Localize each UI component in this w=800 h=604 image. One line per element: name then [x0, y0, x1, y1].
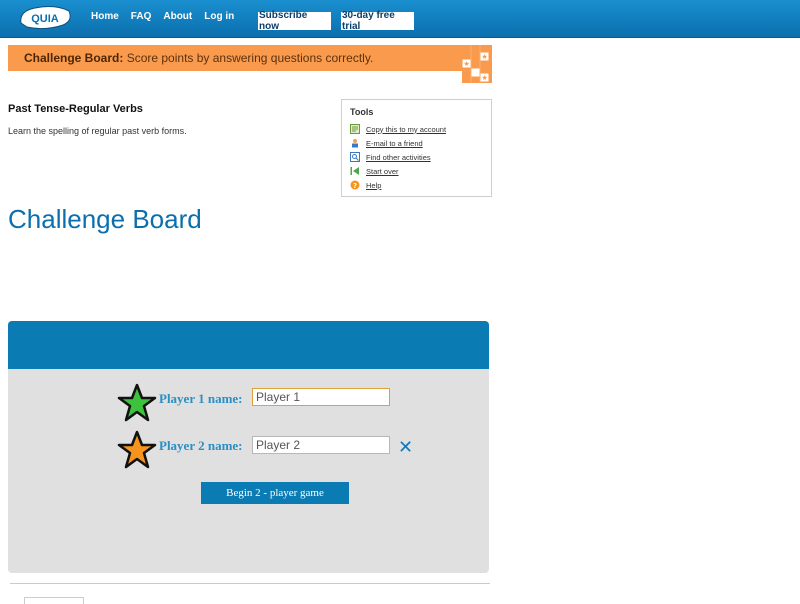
nav-home-link[interactable]: Home [91, 11, 119, 22]
player2-name-input[interactable] [252, 436, 390, 454]
tool-find-activities[interactable]: Find other activities [350, 151, 431, 163]
board-grid-icon: ★ ★ ★ [462, 45, 492, 83]
banner-description: Score points by answering questions corr… [126, 51, 374, 65]
top-nav: Home FAQ About Log in [91, 11, 246, 22]
game-setup-panel: Player 1 name: Player 2 name: ✕ Begin 2 … [8, 321, 489, 573]
player2-star-icon [117, 430, 157, 469]
tool-copy-label: Copy this to my account [366, 124, 447, 134]
svg-text:?: ? [353, 182, 357, 190]
tool-help[interactable]: ? Help [350, 179, 381, 191]
page-title: Challenge Board [8, 204, 202, 234]
free-trial-button[interactable]: 30-day free trial [341, 10, 414, 32]
activity-title: Past Tense-Regular Verbs [8, 103, 143, 115]
tool-email-friend[interactable]: E-mail to a friend [350, 137, 423, 149]
copy-icon [350, 124, 360, 134]
svg-text:QUIA: QUIA [31, 13, 59, 25]
banner-text: Challenge Board: Score points by answeri… [24, 51, 373, 65]
svg-text:★: ★ [482, 53, 488, 61]
activity-description: Learn the spelling of regular past verb … [8, 126, 187, 136]
tool-find-label: Find other activities [366, 152, 431, 162]
nav-faq-link[interactable]: FAQ [131, 11, 152, 22]
tool-start-over-label: Start over [366, 166, 399, 176]
player1-star-icon [117, 383, 157, 422]
begin-game-button[interactable]: Begin 2 - player game [201, 482, 349, 504]
tool-help-label: Help [366, 180, 382, 190]
svg-text:★: ★ [482, 74, 488, 82]
tool-copy-to-account[interactable]: Copy this to my account [350, 123, 446, 135]
help-icon: ? [350, 180, 360, 190]
find-icon [350, 152, 360, 162]
panel-header [8, 321, 489, 369]
player1-label: Player 1 name: [159, 391, 243, 406]
player1-name-input[interactable] [252, 388, 390, 406]
subscribe-button[interactable]: Subscribe now [258, 10, 331, 32]
tool-email-label: E-mail to a friend [366, 138, 423, 148]
start-over-icon [350, 167, 359, 175]
player2-label: Player 2 name: [159, 438, 243, 453]
quia-logo[interactable]: QUIA [15, 3, 75, 31]
remove-player-icon[interactable]: ✕ [398, 437, 413, 458]
tools-panel: Tools Copy this to my account E-mail to … [341, 99, 492, 197]
footer-divider [10, 583, 490, 584]
top-header-bar: QUIA Home FAQ About Log in Subscribe now… [0, 0, 800, 38]
nav-about-link[interactable]: About [163, 11, 192, 22]
footer-box [24, 597, 84, 604]
email-icon [352, 139, 358, 148]
nav-login-link[interactable]: Log in [204, 11, 234, 22]
tools-title: Tools [350, 107, 374, 117]
banner-title: Challenge Board: [24, 51, 124, 65]
svg-text:★: ★ [464, 60, 470, 68]
tool-start-over[interactable]: Start over [350, 165, 399, 177]
challenge-board-banner: Challenge Board: Score points by answeri… [8, 45, 462, 71]
